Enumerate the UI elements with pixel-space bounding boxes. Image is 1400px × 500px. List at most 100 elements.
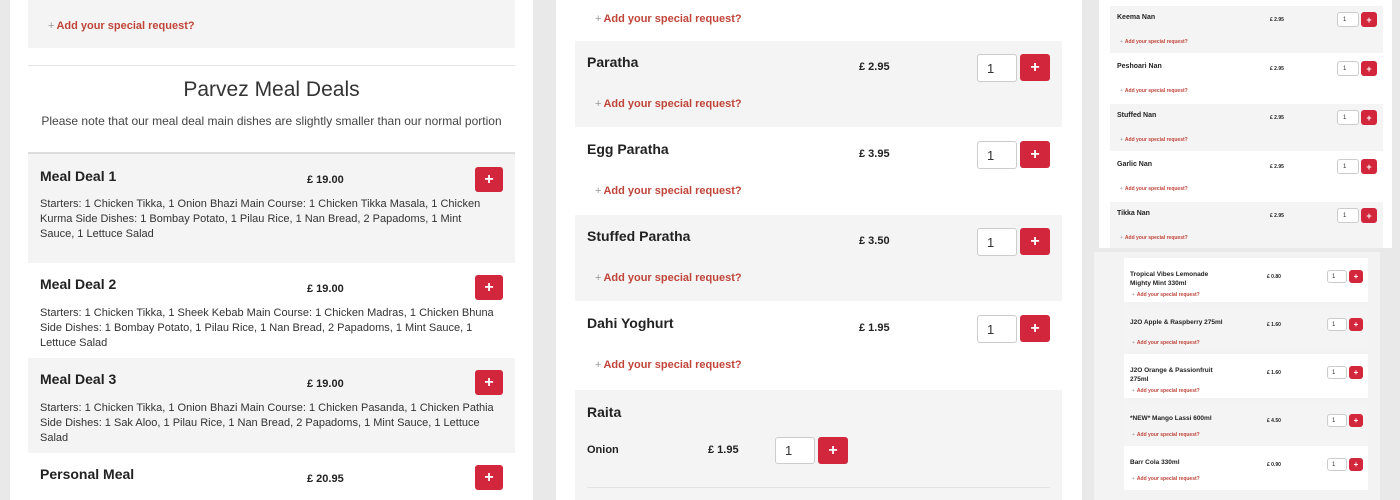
special-request-link[interactable]: + Add your special request? [1132,340,1200,346]
plus-icon: + [1353,460,1359,469]
add-to-basket-button[interactable]: + [475,465,503,490]
special-request-link[interactable]: + Add your special request? [1132,476,1200,482]
special-request-label: Add your special request? [1124,88,1188,94]
special-request-link[interactable]: + Add your special request? [1120,235,1188,241]
special-request-link[interactable]: + Add your special request? [595,98,742,110]
menu-item: Tropical Vibes Lemonade Mighty Mint 330m… [1124,258,1368,302]
special-request-label: Add your special request? [603,359,742,371]
special-request-link[interactable]: + Add your special request? [1120,186,1188,192]
special-request-label: Add your special request? [1136,432,1200,438]
add-to-basket-button[interactable]: + [818,437,848,464]
menu-item: Keema Nan £ 2.95 1 + + Add your special r… [1110,6,1383,53]
special-request-link[interactable]: + Add your special request? [595,359,742,371]
quantity-input[interactable]: 1 [977,228,1017,256]
quantity-input[interactable]: 1 [1337,110,1359,125]
option-divider [587,487,1050,488]
add-to-basket-button[interactable]: + [1361,159,1377,174]
special-request-link[interactable]: + Add your special request? [595,13,742,25]
plus-icon: + [595,359,602,371]
add-to-basket-button[interactable]: + [1349,366,1363,379]
menu-item: Stuffed Paratha £ 3.50 1 + + Add your spe… [575,215,1062,301]
plus-icon: + [484,468,494,486]
add-to-basket-button[interactable]: + [1361,208,1377,223]
item-price: £ 2.95 [1270,213,1284,219]
special-request-link[interactable]: + Add your special request? [1120,137,1188,143]
special-request-link[interactable]: + Add your special request? [1120,39,1188,45]
add-to-basket-button[interactable]: + [1361,110,1377,125]
add-to-basket-button[interactable]: + [1020,54,1050,81]
item-name: Meal Deal 3 [40,371,117,387]
item-name: Stuffed Nan [1117,112,1157,119]
item-name: Meal Deal 1 [40,168,117,184]
plus-icon: + [1120,88,1123,94]
menu-item: Barr Cola 330ml £ 0.90 1 + + Add your spe… [1124,446,1368,490]
plus-icon: + [484,278,494,296]
special-request-link[interactable]: + Add your special request? [595,272,742,284]
quantity-input[interactable]: 1 [977,315,1017,343]
item-description: Starters: 1 Chicken Tikka, 1 Onion Bhazi… [40,402,494,444]
quantity-input[interactable]: 1 [1337,61,1359,76]
plus-icon: + [1366,112,1372,123]
menu-item: J2O Orange & Passionfruit 275ml £ 1.60 1… [1124,354,1368,398]
add-to-basket-button[interactable]: + [1349,414,1363,427]
plus-icon: + [1030,145,1040,163]
item-price: £ 19.00 [307,174,344,186]
item-price: £ 19.00 [307,283,344,295]
plus-icon: + [1353,272,1359,281]
special-request-label: Add your special request? [1124,235,1188,241]
plus-icon: + [1132,340,1135,346]
section-note: Please note that our meal deal main dish… [41,114,502,128]
quantity-input[interactable]: 1 [1337,12,1359,27]
plus-icon: + [1030,58,1040,76]
item-description: Starters: 1 Chicken Tikka, 1 Sheek Kebab… [40,307,494,349]
add-to-basket-button[interactable]: + [1349,270,1363,283]
add-to-basket-button[interactable]: + [475,275,503,300]
quantity-input[interactable]: 1 [977,54,1017,82]
add-to-basket-button[interactable]: + [475,370,503,395]
special-request-link[interactable]: + Add your special request? [48,20,195,32]
quantity-input[interactable]: 1 [1327,318,1347,331]
plus-icon: + [1030,319,1040,337]
quantity-input[interactable]: 1 [977,141,1017,169]
meal-deal-item: Meal Deal 2 £ 19.00 + Starters: 1 Chicke… [28,263,515,358]
item-name: J2O Apple & Raspberry 275ml [1130,319,1223,326]
add-to-basket-button[interactable]: + [1020,141,1050,168]
special-request-link[interactable]: + Add your special request? [1132,292,1200,298]
quantity-input[interactable]: 1 [775,437,815,464]
add-to-basket-button[interactable]: + [1361,61,1377,76]
plus-icon: + [1132,432,1135,438]
special-request-link[interactable]: + Add your special request? [1120,88,1188,94]
special-request-link[interactable]: + Add your special request? [595,185,742,197]
drinks-panel: Tropical Vibes Lemonade Mighty Mint 330m… [1094,252,1380,500]
option-price: £ 1.95 [708,444,739,456]
special-request-link[interactable]: + Add your special request? [1132,432,1200,438]
add-to-basket-button[interactable]: + [1020,315,1050,342]
special-request-link[interactable]: + Add your special request? [1132,388,1200,394]
item-price: £ 2.95 [1270,66,1284,72]
add-to-basket-button[interactable]: + [1349,318,1363,331]
add-to-basket-button[interactable]: + [1349,458,1363,471]
plus-icon: + [1120,186,1123,192]
raita-item: Raita Onion £ 1.95 1 + [575,390,1062,500]
quantity-input[interactable]: 1 [1327,366,1347,379]
meal-deals-panel: + Add your special request? Parvez Meal D… [10,0,533,500]
item-price: £ 20.95 [307,473,344,485]
plus-icon: + [1120,39,1123,45]
item-name: J2O Orange & Passionfruit 275ml [1130,367,1213,383]
special-request-label: Add your special request? [1136,388,1200,394]
add-to-basket-button[interactable]: + [475,167,503,192]
plus-icon: + [484,170,494,188]
item-price: £ 3.50 [859,235,890,247]
plus-icon: + [595,272,602,284]
menu-item: *NEW* Mango Lassi 600ml £ 4.50 1 + + Add … [1124,402,1368,446]
menu-item: Peshoari Nan £ 2.95 1 + + Add your specia… [1110,55,1383,102]
plus-icon: + [828,441,838,459]
quantity-input[interactable]: 1 [1327,270,1347,283]
item-price: £ 0.90 [1267,462,1281,468]
add-to-basket-button[interactable]: + [1361,12,1377,27]
quantity-input[interactable]: 1 [1337,208,1359,223]
quantity-input[interactable]: 1 [1327,458,1347,471]
quantity-input[interactable]: 1 [1327,414,1347,427]
add-to-basket-button[interactable]: + [1020,228,1050,255]
quantity-input[interactable]: 1 [1337,159,1359,174]
